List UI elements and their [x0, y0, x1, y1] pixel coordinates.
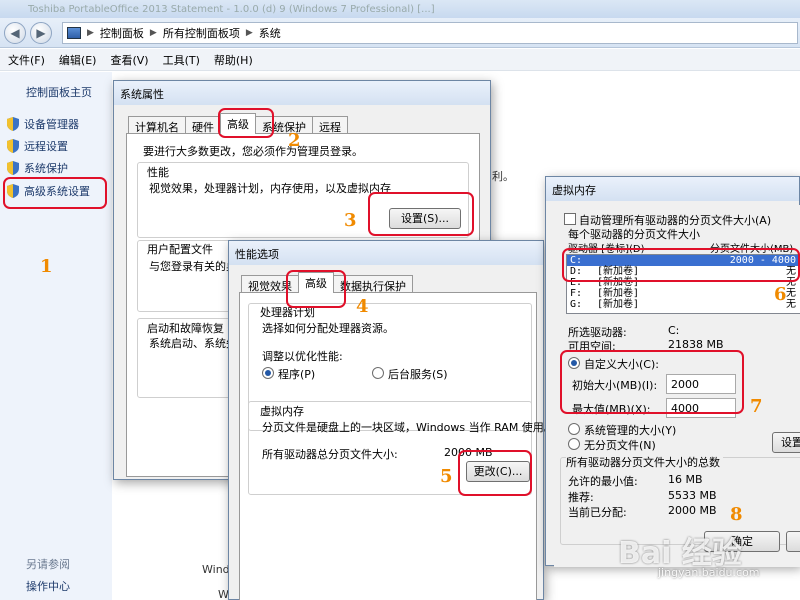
no-paging-label: 无分页文件(N) — [584, 439, 656, 452]
shield-icon — [7, 117, 19, 131]
step-number: 6 — [774, 284, 787, 305]
current-label: 当前已分配: — [568, 506, 627, 519]
step-number: 5 — [440, 466, 453, 487]
menu-view[interactable]: 查看(V) — [110, 52, 148, 68]
tab-remote[interactable]: 远程 — [312, 116, 348, 134]
shield-icon — [7, 139, 19, 153]
system-managed-label: 系统管理的大小(Y) — [584, 424, 677, 437]
breadcrumb-separator-icon: ▶ — [87, 28, 94, 38]
breadcrumb-system[interactable]: 系统 — [259, 25, 281, 41]
dialog-title: 虚拟内存 — [546, 177, 799, 201]
drive-label: [新加卷] — [597, 288, 640, 299]
step-number: 8 — [730, 504, 743, 525]
highlight-change-button — [458, 450, 532, 496]
breadcrumb-separator-icon: ▶ — [245, 28, 253, 38]
address-bar: ◀ ▶ ▶ 控制面板 ▶ 所有控制面板项 ▶ 系统 — [0, 18, 800, 48]
forward-button[interactable]: ▶ — [30, 22, 52, 44]
performance-heading: 性能 — [147, 166, 169, 179]
menu-file[interactable]: 文件(F) — [8, 52, 45, 68]
sidebar-item-label: 远程设置 — [24, 140, 68, 153]
set-button[interactable]: 设置 — [772, 432, 800, 453]
breadcrumb-separator-icon: ▶ — [149, 28, 157, 38]
step-number: 7 — [750, 396, 763, 417]
programs-label: 程序(P) — [278, 368, 316, 381]
breadcrumb-all-items[interactable]: 所有控制面板项 — [163, 25, 240, 41]
back-button[interactable]: ◀ — [4, 22, 26, 44]
recommended-label: 推荐: — [568, 491, 594, 504]
window-title: Toshiba PortableOffice 2013 Statement - … — [28, 4, 435, 15]
dialog-title: 系统属性 — [114, 81, 490, 105]
action-center-link[interactable]: 操作中心 — [26, 578, 70, 594]
step-number: 1 — [40, 256, 53, 277]
performance-description: 视觉效果，处理器计划，内存使用，以及虚拟内存 — [149, 182, 391, 195]
control-panel-icon — [67, 27, 81, 39]
startup-recovery-description: 系统启动、系统失 — [149, 337, 237, 350]
drive-letter: F: — [570, 288, 583, 299]
user-profiles-heading: 用户配置文件 — [147, 243, 213, 256]
menu-help[interactable]: 帮助(H) — [214, 52, 253, 68]
address-field[interactable]: ▶ 控制面板 ▶ 所有控制面板项 ▶ 系统 — [62, 22, 798, 44]
performance-options-dialog: 性能选项 视觉效果 高级 数据执行保护 处理器计划 选择如何分配处理器资源。 调… — [228, 240, 555, 600]
vm-total-label: 所有驱动器总分页文件大小: — [262, 448, 398, 461]
sidebar-item-label: 系统保护 — [24, 162, 68, 175]
step-number: 4 — [356, 296, 369, 317]
tab-strip: 计算机名 硬件 高级 系统保护 远程 — [128, 113, 348, 134]
auto-manage-checkbox[interactable] — [564, 213, 576, 225]
current-value: 2000 MB — [668, 504, 717, 517]
min-allowed-value: 16 MB — [668, 473, 703, 486]
tab-advanced[interactable]: 高级 — [220, 113, 256, 134]
total-heading: 所有驱动器分页文件大小的总数 — [566, 454, 723, 470]
highlight-custom-size — [560, 350, 744, 414]
admin-note: 要进行大多数更改，您必须作为管理员登录。 — [143, 145, 363, 158]
processor-description: 选择如何分配处理器资源。 — [262, 322, 394, 335]
drive-label: [新加卷] — [597, 299, 640, 310]
programs-radio[interactable] — [262, 367, 274, 379]
drive-letter: G: — [570, 299, 583, 310]
tab-strip: 视觉效果 高级 数据执行保护 — [241, 272, 413, 293]
adjust-label: 调整以优化性能: — [262, 350, 343, 363]
tab-advanced[interactable]: 高级 — [298, 272, 334, 293]
highlight-drive-c — [562, 248, 800, 282]
step-number: 3 — [344, 210, 357, 231]
startup-recovery-heading: 启动和故障恢复 — [147, 322, 224, 335]
no-paging-radio[interactable] — [568, 438, 580, 450]
sidebar-item-label: 设备管理器 — [24, 118, 79, 131]
baidu-watermark: Bai 经验 jingyan.baidu.com — [618, 528, 794, 590]
watermark-url: jingyan.baidu.com — [658, 566, 760, 579]
services-radio[interactable] — [372, 367, 384, 379]
background-text-fragment: 利。 — [492, 170, 514, 183]
sidebar-home-link[interactable]: 控制面板主页 — [26, 84, 92, 100]
vm-description: 分页文件是硬盘上的一块区域，Windows 当作 RAM 使用。 — [262, 421, 555, 434]
highlight-settings-button — [368, 192, 474, 236]
sidebar-item-device-manager[interactable]: 设备管理器 — [6, 116, 79, 132]
see-also-heading: 另请参阅 — [26, 558, 70, 571]
services-label: 后台服务(S) — [388, 368, 448, 381]
system-managed-radio[interactable] — [568, 423, 580, 435]
drive-size: 无 — [786, 299, 796, 310]
menu-tools[interactable]: 工具(T) — [163, 52, 200, 68]
tab-computer-name[interactable]: 计算机名 — [128, 116, 186, 134]
dialog-title: 性能选项 — [229, 241, 543, 265]
breadcrumb-control-panel[interactable]: 控制面板 — [100, 25, 144, 41]
sidebar-item-system-protection[interactable]: 系统保护 — [6, 160, 68, 176]
drive-row[interactable]: G: [新加卷] 无 — [567, 299, 800, 310]
drive-row[interactable]: F: [新加卷] 无 — [567, 288, 800, 299]
shield-icon — [7, 161, 19, 175]
selected-drive-value: C: — [668, 324, 680, 337]
highlight-advanced-settings — [3, 177, 107, 209]
background-text-fragment: Wind — [202, 563, 230, 576]
vm-heading: 虚拟内存 — [260, 405, 304, 418]
min-allowed-label: 允许的最小值: — [568, 475, 638, 488]
menu-edit[interactable]: 编辑(E) — [59, 52, 97, 68]
sidebar: 控制面板主页 设备管理器 远程设置 系统保护 高级系统设置 另请参阅 操作中心 — [0, 72, 112, 600]
recommended-value: 5533 MB — [668, 489, 717, 502]
step-number: 2 — [288, 130, 301, 151]
tab-hardware[interactable]: 硬件 — [185, 116, 221, 134]
tab-panel: 处理器计划 选择如何分配处理器资源。 调整以优化性能: 程序(P) 后台服务(S… — [239, 292, 555, 600]
user-profiles-description: 与您登录有关的桌 — [149, 260, 237, 273]
menu-bar: 文件(F) 编辑(E) 查看(V) 工具(T) 帮助(H) — [0, 49, 800, 71]
sidebar-item-remote-settings[interactable]: 远程设置 — [6, 138, 68, 154]
drive-size: 无 — [786, 288, 796, 299]
